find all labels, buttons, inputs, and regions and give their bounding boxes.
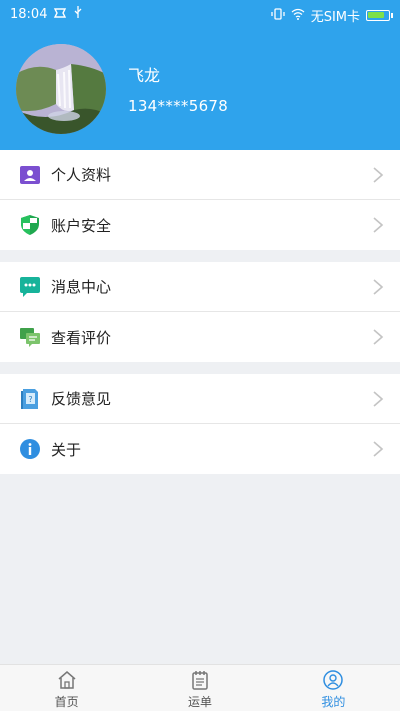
chevron-right-icon [372,278,384,296]
user-name: 飞龙 [128,66,161,85]
wifi-icon [291,8,305,24]
menu-item-label: 消息中心 [51,278,112,296]
tab-profile[interactable]: 我的 [267,665,400,711]
menu-item-feedback[interactable]: ? 反馈意见 [0,374,400,424]
usb-icon [73,6,83,23]
info-icon [19,438,41,460]
avatar[interactable] [16,44,106,134]
notification-icon [53,7,67,23]
bottom-tab-bar: 首页 运单 我的 [0,664,400,711]
menu-item-about[interactable]: 关于 [0,424,400,474]
menu-item-label: 账户安全 [51,216,112,235]
shield-icon [19,214,41,236]
menu-item-label: 反馈意见 [51,390,112,408]
chevron-right-icon [372,390,384,408]
menu-item-view-reviews[interactable]: 查看评价 [0,312,400,362]
waybill-icon [190,670,210,690]
tab-home[interactable]: 首页 [0,665,133,711]
svg-text:?: ? [28,395,32,404]
chevron-right-icon [372,216,384,234]
carrier-text: 无SIM卡 [310,10,360,25]
vibrate-icon [271,7,285,24]
chevron-right-icon [372,440,384,458]
menu-item-label: 查看评价 [51,328,112,347]
menu-group-account: 个人资料 账户安全 [0,150,400,250]
tab-label: 我的 [321,695,346,709]
tab-label: 运单 [187,695,212,709]
profile-screen: 18:04 无SIM卡 飞龙 134****5678 个人资料 账户安全 消息中… [0,0,400,711]
menu-item-label: 关于 [51,440,82,459]
id-card-icon [19,164,41,186]
feedback-icon: ? [19,388,41,410]
menu-item-label: 个人资料 [51,166,112,184]
battery-icon [366,10,393,21]
review-icon [19,326,41,348]
home-icon [57,670,77,690]
battery-level [368,12,384,18]
profile-icon [323,670,344,690]
menu-group-messages: 消息中心 查看评价 [0,262,400,362]
chevron-right-icon [372,328,384,346]
menu-item-personal-info[interactable]: 个人资料 [0,150,400,200]
profile-header: 18:04 无SIM卡 飞龙 134****5678 [0,0,400,150]
message-icon [19,276,41,298]
tab-waybill[interactable]: 运单 [133,665,266,711]
menu-group-support: ? 反馈意见 关于 [0,374,400,474]
menu-item-message-center[interactable]: 消息中心 [0,262,400,312]
status-bar: 18:04 无SIM卡 [0,0,400,28]
chevron-right-icon [372,166,384,184]
status-time: 18:04 [10,7,48,22]
menu-item-account-security[interactable]: 账户安全 [0,200,400,250]
user-phone: 134****5678 [128,97,229,115]
tab-label: 首页 [54,695,79,709]
